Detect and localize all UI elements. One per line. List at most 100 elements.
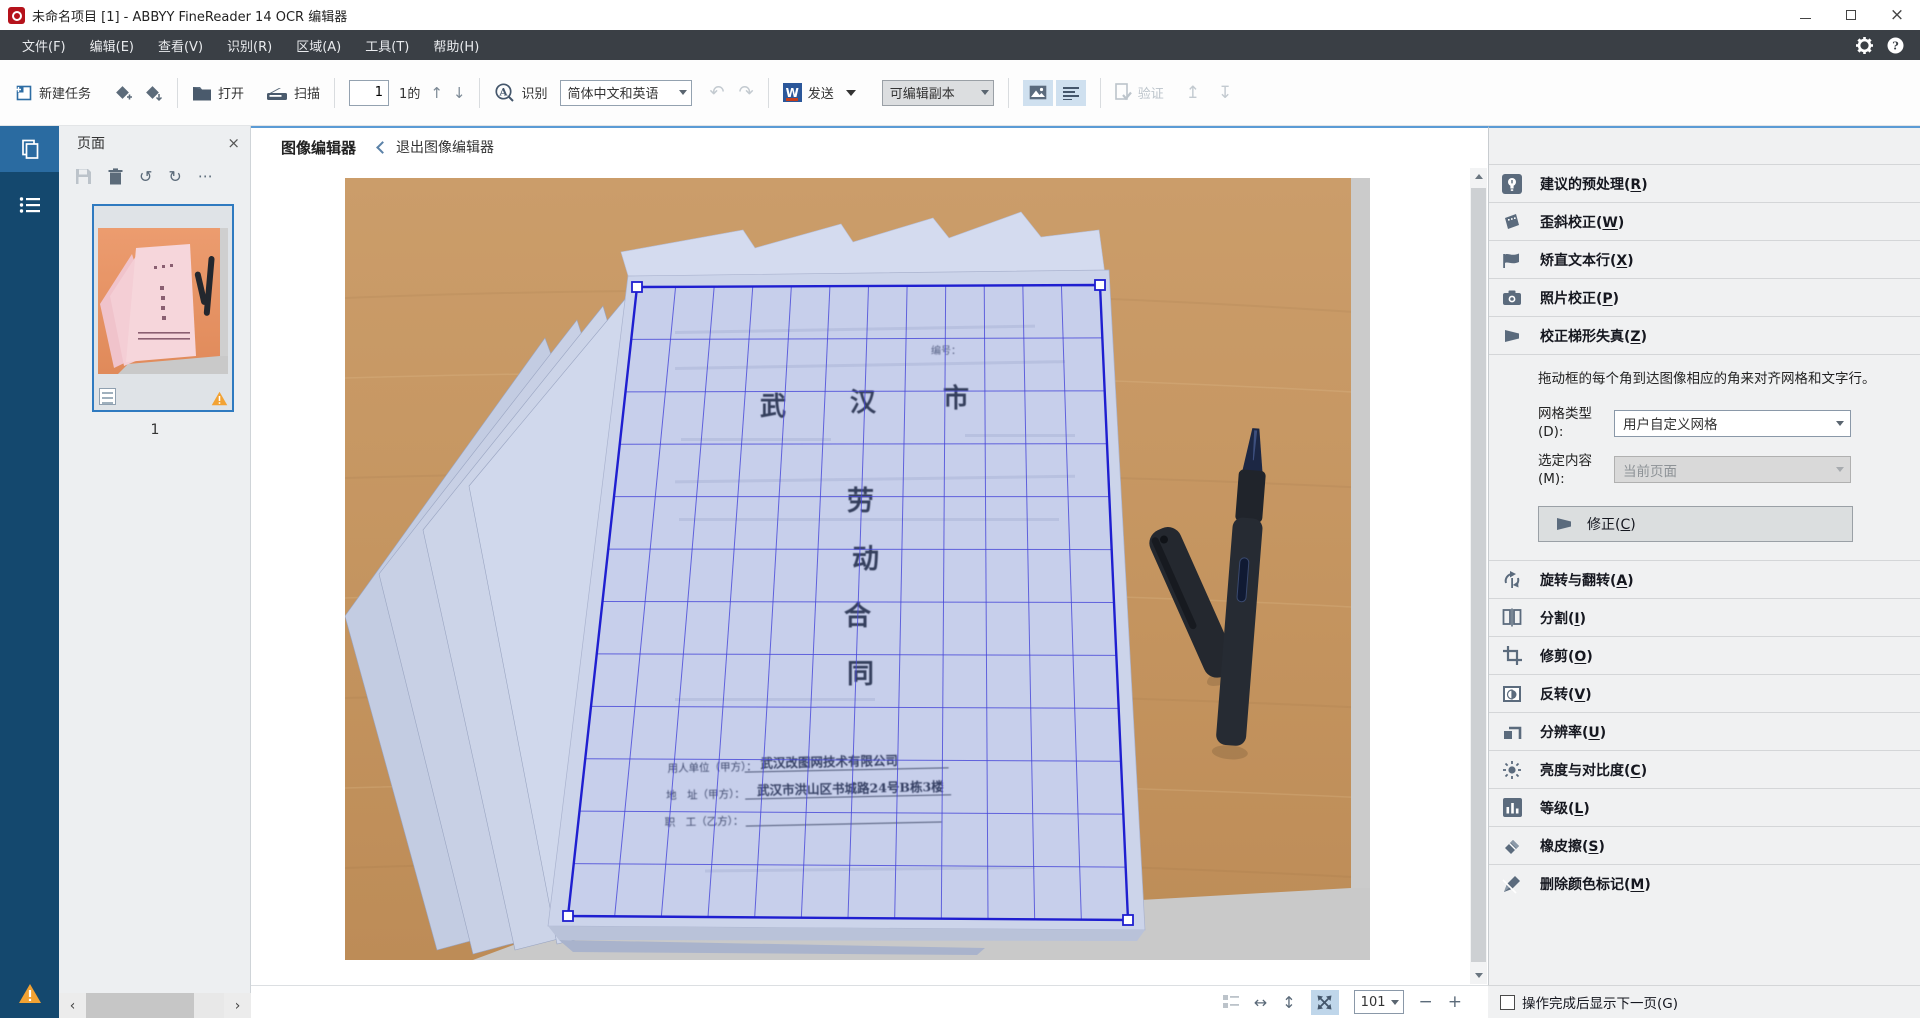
export-up-icon[interactable]: ↥ (1186, 83, 1200, 103)
send-format-select[interactable]: 可编辑副本 (882, 80, 994, 106)
close-panel-icon[interactable]: × (227, 134, 240, 152)
import-down-icon[interactable]: ↧ (1218, 83, 1232, 103)
apply-correction-button[interactable]: 修正(C) (1538, 506, 1853, 542)
nav-pages-tab[interactable] (0, 126, 59, 172)
page-thumbnail[interactable] (92, 204, 234, 412)
menu-item-view[interactable]: 查看(V) (146, 30, 215, 60)
send-to-word-button[interactable]: W 发送 (783, 83, 856, 102)
tool-trapezoid[interactable]: 校正梯形失真(Z) (1489, 316, 1920, 354)
previous-page-icon[interactable]: ↑ (430, 84, 443, 102)
fit-height-icon[interactable]: ↕ (1282, 993, 1295, 1012)
zoom-out-icon[interactable]: − (1419, 992, 1433, 1012)
undo-icon[interactable]: ↶ (710, 82, 725, 103)
rotate-cw-icon[interactable]: ↻ (168, 167, 181, 186)
minimize-button[interactable] (1782, 0, 1828, 30)
photo-canvas: 编号： 武 汉 市 劳 动 合 同 用人单位（甲方）： 地 址（甲方）： 职 (345, 178, 1370, 960)
left-nav-strip (0, 126, 59, 1018)
scrollbar-thumb[interactable] (1471, 188, 1486, 962)
image-view-toggle[interactable] (1023, 80, 1053, 106)
image-tools-panel: 建议的预处理(R)歪斜校正(W)矫直文本行(X)照片校正(P)校正梯形失真(Z)… (1488, 126, 1920, 1018)
tool-deskew[interactable]: 歪斜校正(W) (1489, 202, 1920, 240)
verify-button[interactable]: 验证 (1115, 83, 1164, 102)
title-bar: 未命名项目 [1] - ABBYY FineReader 14 OCR 编辑器 … (0, 0, 1920, 30)
language-select[interactable]: 简体中文和英语 (560, 80, 692, 106)
trapezoid-icon (1502, 326, 1522, 346)
gear-icon[interactable] (1856, 37, 1873, 54)
scroll-right-icon[interactable]: › (224, 993, 251, 1018)
open-button[interactable]: 打开 (192, 83, 244, 102)
menu-item-edit[interactable]: 编辑(E) (78, 30, 146, 60)
editor-vertical-scrollbar[interactable] (1470, 168, 1487, 984)
pages-panel-title: 页面 (77, 133, 105, 153)
tool-brightness-contrast[interactable]: 亮度与对比度(C) (1489, 750, 1920, 788)
tool-eraser[interactable]: 橡皮擦(S) (1489, 826, 1920, 864)
photo-edge-object (1351, 178, 1370, 960)
menu-item-file[interactable]: 文件(F) (10, 30, 78, 60)
grid-type-label: 网格类型(D): (1538, 405, 1614, 441)
pages-horizontal-scrollbar[interactable]: ‹ › (59, 993, 251, 1018)
minimize-icon (1800, 18, 1811, 19)
fit-page-button[interactable] (1311, 990, 1339, 1015)
folder-icon (192, 84, 212, 102)
diamond-arrow-icon[interactable] (143, 83, 163, 103)
selection-select: 当前页面 (1614, 456, 1851, 483)
flag-icon (1502, 250, 1522, 270)
delete-icon[interactable] (108, 168, 123, 185)
tool-split[interactable]: 分割(I) (1489, 598, 1920, 636)
tool-resolution[interactable]: 分辨率(U) (1489, 712, 1920, 750)
trapezoid-correction-section: 拖动框的每个角到达图像相应的角来对齐网格和文字行。 网格类型(D): 用户自定义… (1489, 354, 1920, 560)
text-view-toggle[interactable] (1056, 80, 1086, 106)
fit-page-icon (1317, 995, 1332, 1010)
rotate-ccw-icon[interactable]: ↺ (139, 167, 152, 186)
grid-corner-handle[interactable] (1095, 280, 1105, 290)
chevron-down-icon (1836, 467, 1844, 472)
zoom-in-icon[interactable]: + (1448, 992, 1462, 1012)
scroll-left-icon[interactable]: ‹ (59, 993, 86, 1018)
grid-type-select[interactable]: 用户自定义网格 (1614, 410, 1851, 437)
new-task-button[interactable]: 新建任务 (14, 83, 91, 102)
zoom-select[interactable]: 101 (1354, 990, 1404, 1014)
exit-image-editor-button[interactable]: 退出图像编辑器 (378, 137, 494, 157)
selection-label: 选定内容(M): (1538, 452, 1614, 488)
page-type-badge-icon (99, 388, 116, 405)
next-page-checkbox[interactable] (1500, 995, 1515, 1010)
scan-button[interactable]: 扫描 (266, 83, 320, 102)
tool-levels[interactable]: 等级(L) (1489, 788, 1920, 826)
invert-icon (1502, 684, 1522, 704)
grid-corner-handle[interactable] (563, 911, 573, 921)
nav-list-tab[interactable] (0, 182, 59, 228)
redo-icon[interactable]: ↷ (739, 82, 754, 103)
scroll-up-icon[interactable] (1470, 168, 1487, 185)
more-icon[interactable]: ⋯ (198, 167, 214, 185)
tool-crop[interactable]: 修剪(O) (1489, 636, 1920, 674)
thumbnail-size-icon[interactable] (1223, 995, 1239, 1009)
next-page-icon[interactable]: ↓ (453, 84, 466, 102)
tool-preprocess[interactable]: 建议的预处理(R) (1489, 164, 1920, 202)
deskew-icon (1502, 212, 1522, 232)
perspective-grid[interactable] (563, 280, 1133, 925)
tool-invert[interactable]: 反转(V) (1489, 674, 1920, 712)
tool-remove-color-marks[interactable]: 删除颜色标记(M) (1489, 864, 1920, 902)
grid-corner-handle[interactable] (1123, 915, 1133, 925)
menu-item-recognize[interactable]: 识别(R) (215, 30, 284, 60)
new-task-icon (14, 83, 33, 102)
menu-item-area[interactable]: 区域(A) (284, 30, 353, 60)
fit-width-icon[interactable]: ↔ (1254, 993, 1267, 1012)
help-icon[interactable]: ? (1887, 37, 1904, 54)
tool-rotate-flip[interactable]: 旋转与翻转(A) (1489, 560, 1920, 598)
recognize-button[interactable]: A 识别 (494, 82, 547, 103)
menu-item-help[interactable]: 帮助(H) (421, 30, 491, 60)
page-number-input[interactable] (349, 80, 389, 106)
save-icon[interactable] (75, 168, 92, 185)
grid-corner-handle[interactable] (632, 282, 642, 292)
levels-icon (1502, 798, 1522, 818)
tool-straighten-lines[interactable]: 矫直文本行(X) (1489, 240, 1920, 278)
maximize-button[interactable] (1828, 0, 1874, 30)
tool-photo-correction[interactable]: 照片校正(P) (1489, 278, 1920, 316)
scrollbar-thumb[interactable] (86, 993, 194, 1018)
close-button[interactable]: × (1874, 0, 1920, 30)
diamond-plus-icon[interactable] (113, 83, 133, 103)
scroll-down-icon[interactable] (1470, 967, 1487, 984)
menu-item-tools[interactable]: 工具(T) (353, 30, 421, 60)
send-menu-caret-icon[interactable] (846, 90, 856, 96)
